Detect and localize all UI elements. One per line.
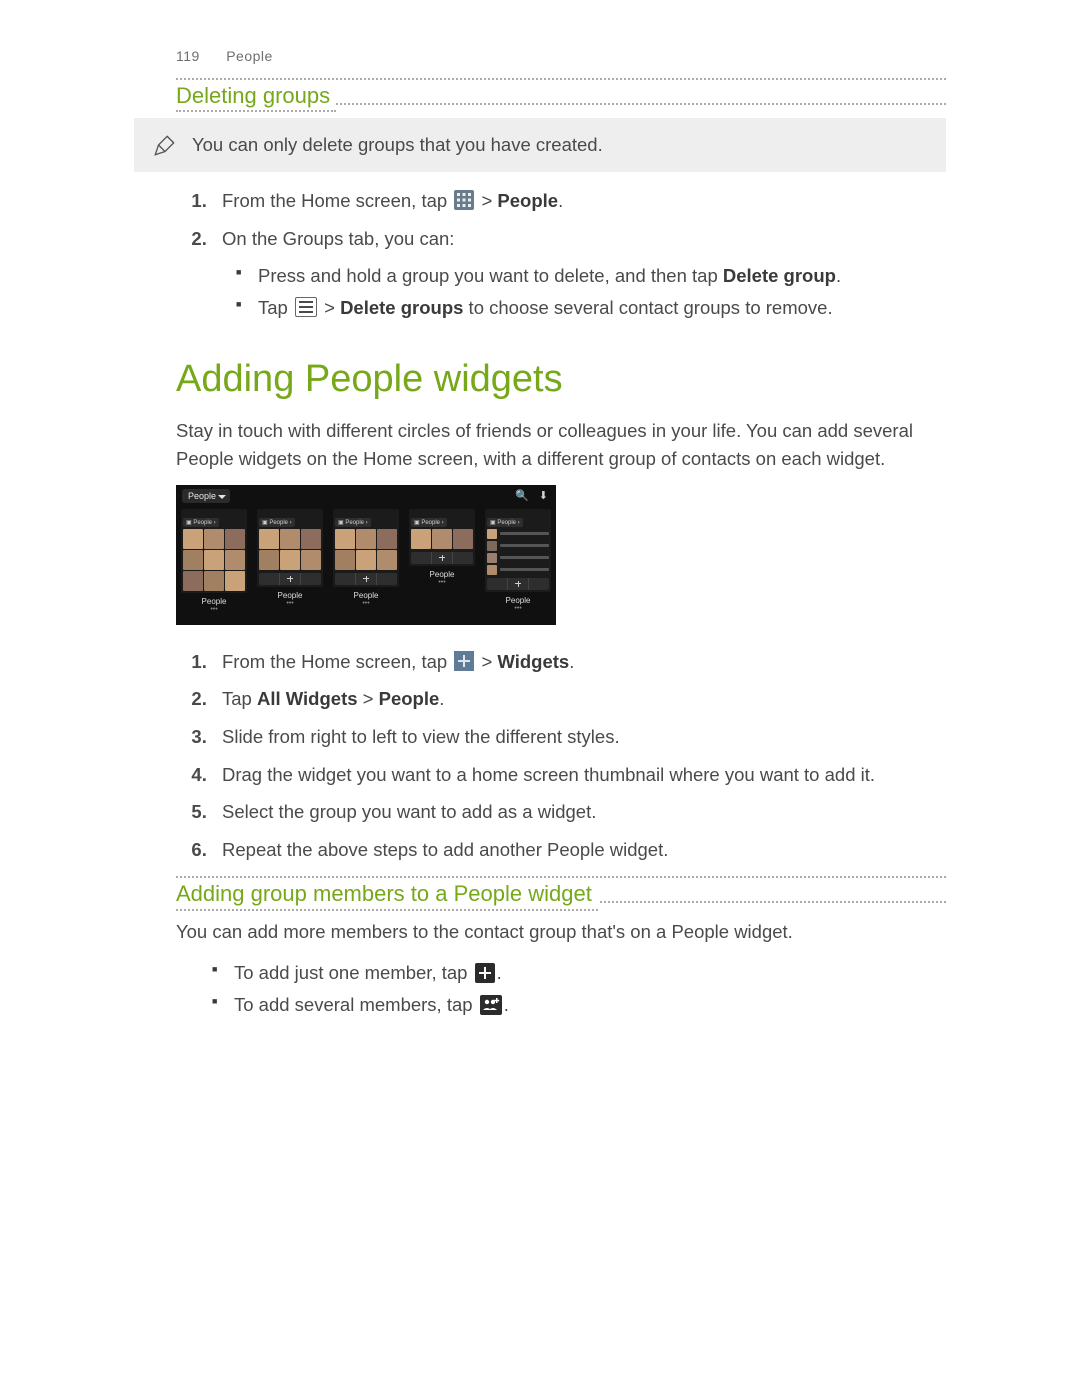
- bullet-item: To add several members, tap .: [234, 990, 946, 1020]
- search-icon: 🔍: [515, 489, 529, 502]
- subheading-wrap: Deleting groups: [176, 80, 946, 110]
- subheading-adding-members: Adding group members to a People widget: [176, 882, 598, 910]
- page-number: 119: [176, 48, 200, 64]
- pencil-icon: [152, 132, 178, 158]
- subheading-deleting-groups: Deleting groups: [176, 84, 336, 112]
- figure-widget-row: ▣ People ›People•••▣ People ›People•••▣ …: [176, 509, 556, 625]
- widget-figure: People 🔍 ⬇ ▣ People ›People•••▣ People ›…: [176, 485, 556, 625]
- page-header: 119 People: [176, 48, 946, 64]
- step-item: Select the group you want to add as a wi…: [212, 797, 946, 827]
- step-item: Tap All Widgets > People.: [212, 684, 946, 714]
- widget-preview: ▣ People ›People•••: [257, 509, 323, 625]
- figure-action-icons: 🔍 ⬇: [515, 489, 548, 502]
- step-item: Repeat the above steps to add another Pe…: [212, 835, 946, 865]
- apps-grid-icon: [454, 190, 474, 210]
- widget-preview: ▣ People ›People•••: [181, 509, 247, 625]
- step-item: From the Home screen, tap > People.: [212, 186, 946, 216]
- section-title: People: [226, 48, 273, 64]
- heading-adding-people-widgets: Adding People widgets: [176, 358, 946, 401]
- manual-page: 119 People Deleting groups You can only …: [0, 0, 1080, 1087]
- step-item: Drag the widget you want to a home scree…: [212, 760, 946, 790]
- widget-preview: ▣ People ›People•••: [409, 509, 475, 625]
- note-text: You can only delete groups that you have…: [192, 134, 603, 156]
- step-item: From the Home screen, tap > Widgets.: [212, 647, 946, 677]
- note-box: You can only delete groups that you have…: [134, 118, 946, 172]
- download-icon: ⬇: [539, 489, 548, 502]
- steps-adding-widgets: From the Home screen, tap > Widgets. Tap…: [176, 647, 946, 865]
- add-one-icon: [475, 963, 495, 983]
- sub-bullets: Press and hold a group you want to delet…: [222, 261, 946, 322]
- members-intro: You can add more members to the contact …: [176, 918, 946, 946]
- step-item: On the Groups tab, you can: Press and ho…: [212, 224, 946, 323]
- bullet-item: Press and hold a group you want to delet…: [258, 261, 946, 291]
- intro-paragraph: Stay in touch with different circles of …: [176, 417, 946, 473]
- widget-preview: ▣ People ›People•••: [333, 509, 399, 625]
- step-item: Slide from right to left to view the dif…: [212, 722, 946, 752]
- plus-tile-icon: [454, 651, 474, 671]
- add-group-icon: [480, 995, 502, 1015]
- bullet-item: To add just one member, tap .: [234, 958, 946, 988]
- subheading-wrap: Adding group members to a People widget: [176, 878, 946, 908]
- widget-preview: ▣ People ›People•••: [485, 509, 551, 625]
- figure-selector: People: [182, 489, 230, 503]
- bullet-item: Tap > Delete groups to choose several co…: [258, 293, 946, 323]
- bullets-adding-members: To add just one member, tap . To add sev…: [176, 958, 946, 1019]
- menu-icon: [295, 297, 317, 317]
- steps-deleting-groups: From the Home screen, tap > People. On t…: [176, 186, 946, 322]
